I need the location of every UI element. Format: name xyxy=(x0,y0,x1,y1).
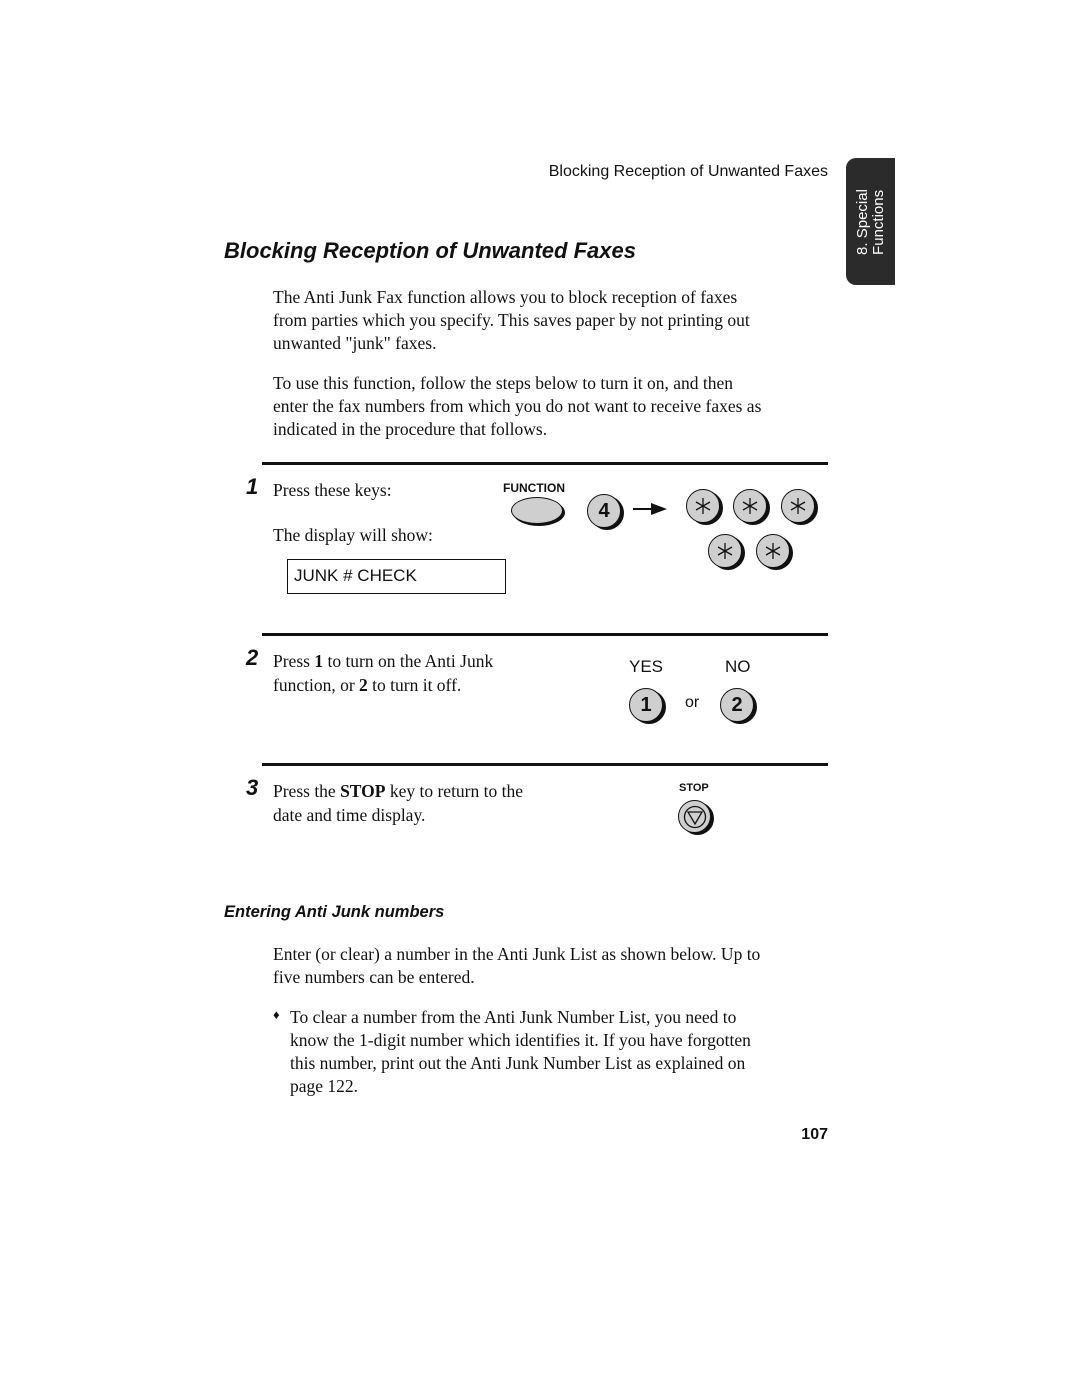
star-key[interactable] xyxy=(733,489,767,523)
no-label: NO xyxy=(725,657,751,676)
step-number: 1 xyxy=(246,474,259,499)
asterisk-icon xyxy=(790,498,806,514)
text-line: this number, print out the Anti Junk Num… xyxy=(290,1053,746,1073)
text-span: to turn it off. xyxy=(367,675,462,695)
star-key[interactable] xyxy=(781,489,815,523)
step-2-instruction: Press 1 to turn on the Anti Junk functio… xyxy=(273,649,573,697)
step-divider xyxy=(262,763,828,766)
chapter-side-tab: 8. Special Functions xyxy=(846,158,895,285)
text-line: function, or 2 to turn it off. xyxy=(273,673,573,697)
text-span: to turn on the Anti Junk xyxy=(323,651,494,671)
text-line: page 122. xyxy=(290,1076,359,1096)
text-line: date and time display. xyxy=(273,805,426,825)
key-reference: STOP xyxy=(340,781,386,801)
page-title: Blocking Reception of Unwanted Faxes xyxy=(224,238,636,263)
step-divider xyxy=(262,633,828,636)
stop-triangle-icon xyxy=(683,805,706,828)
intro-paragraph-2: To use this function, follow the steps b… xyxy=(273,372,818,441)
lcd-display: JUNK # CHECK xyxy=(287,559,506,594)
yes-label: YES xyxy=(629,657,664,676)
digit-2-key[interactable]: 2 xyxy=(720,688,754,722)
side-tab-line1: 8. Special xyxy=(853,188,871,255)
star-key[interactable] xyxy=(708,534,742,568)
text-span: function, or xyxy=(273,675,360,695)
digit-4-key[interactable]: 4 xyxy=(587,494,621,528)
step-number: 3 xyxy=(246,775,259,800)
asterisk-icon xyxy=(717,543,733,559)
section-heading: Entering Anti Junk numbers xyxy=(224,903,445,921)
text-line: from parties which you specify. This sav… xyxy=(273,310,750,330)
stop-key[interactable] xyxy=(678,800,711,833)
text-line: unwanted "junk" faxes. xyxy=(273,333,437,353)
bullet-paragraph: To clear a number from the Anti Junk Num… xyxy=(290,1006,820,1098)
asterisk-icon xyxy=(765,543,781,559)
arrow-right-icon xyxy=(633,503,667,515)
text-line: know the 1-digit number which identifies… xyxy=(290,1030,751,1050)
step-1-display-label: The display will show: xyxy=(273,525,433,545)
running-header: Blocking Reception of Unwanted Faxes xyxy=(548,163,828,180)
text-span: Press the xyxy=(273,781,341,801)
stop-key-label: STOP xyxy=(679,782,709,794)
text-line: Press the STOP key to return to the xyxy=(273,779,573,803)
text-line: indicated in the procedure that follows. xyxy=(273,419,548,439)
function-key[interactable] xyxy=(511,497,563,524)
star-key[interactable] xyxy=(686,489,720,523)
text-line: enter the fax numbers from which you do … xyxy=(273,396,762,416)
intro-paragraph-1: The Anti Junk Fax function allows you to… xyxy=(273,286,818,355)
text-line: To clear a number from the Anti Junk Num… xyxy=(290,1007,737,1027)
text-line: Press 1 to turn on the Anti Junk xyxy=(273,649,573,673)
star-key[interactable] xyxy=(756,534,790,568)
key-reference: 2 xyxy=(359,675,368,695)
text-span: Press xyxy=(273,651,315,671)
step-divider xyxy=(262,462,828,465)
text-line: The Anti Junk Fax function allows you to… xyxy=(273,287,738,307)
asterisk-icon xyxy=(742,498,758,514)
text-line: To use this function, follow the steps b… xyxy=(273,373,734,393)
digit-1-key[interactable]: 1 xyxy=(629,688,663,722)
step-3-instruction: Press the STOP key to return to the date… xyxy=(273,779,573,827)
asterisk-icon xyxy=(695,498,711,514)
function-key-label: FUNCTION xyxy=(503,481,565,495)
text-line: five numbers can be entered. xyxy=(273,967,475,987)
page-number: 107 xyxy=(801,1126,828,1143)
text-span: key to return to the xyxy=(385,781,523,801)
section-paragraph: Enter (or clear) a number in the Anti Ju… xyxy=(273,943,823,989)
side-tab-line2: Functions xyxy=(869,189,887,255)
text-line: Enter (or clear) a number in the Anti Ju… xyxy=(273,944,761,964)
key-reference: 1 xyxy=(314,651,324,671)
or-label: or xyxy=(685,694,700,711)
bullet-diamond-icon: ♦ xyxy=(273,1007,280,1022)
step-number: 2 xyxy=(246,645,259,670)
